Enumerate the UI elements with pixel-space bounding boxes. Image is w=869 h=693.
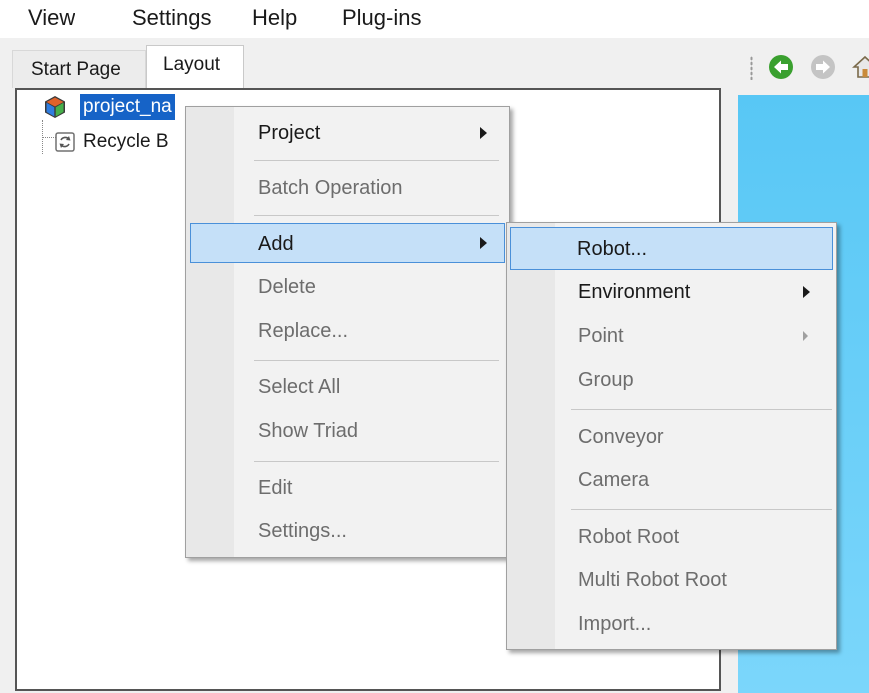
document-tabs: Start Page Layout [12,44,732,88]
menu-item-add[interactable]: Add [190,223,505,263]
menu-item-label: Robot... [577,238,648,260]
menu-item-label: Conveyor [578,426,664,448]
menu-item-import[interactable]: Import... [511,604,832,644]
menu-item-label: Batch Operation [258,177,403,199]
tree-item-project[interactable]: project_na [80,94,175,120]
menu-item-delete[interactable]: Delete [190,267,505,307]
menu-item-label: Multi Robot Root [578,569,727,591]
menu-item-robot-root[interactable]: Robot Root [511,517,832,557]
menu-item-camera[interactable]: Camera [511,460,832,500]
add-submenu: Robot... Environment Point Group Conveyo… [506,222,837,650]
menu-item-settings[interactable]: Settings... [190,511,505,551]
menu-separator [571,509,832,510]
back-arrow-icon[interactable] [768,54,794,80]
menu-settings[interactable]: Settings [132,2,212,32]
menu-item-label: Group [578,369,634,391]
submenu-arrow-icon [480,237,487,249]
menu-item-show-triad[interactable]: Show Triad [190,411,505,451]
menu-separator [571,409,832,410]
menu-item-edit[interactable]: Edit [190,468,505,508]
menu-item-label: Add [258,233,294,255]
menu-bar: View Settings Help Plug-ins [0,0,869,38]
menu-help[interactable]: Help [252,2,297,32]
view-toolbar [738,44,869,90]
menu-item-robot[interactable]: Robot... [510,227,833,270]
menu-item-label: Show Triad [258,420,359,442]
forward-arrow-icon[interactable] [810,54,836,80]
menu-item-label: Select All [258,376,341,398]
toolbar-grip[interactable] [750,56,753,80]
menu-item-label: Import... [578,613,652,635]
menu-item-point[interactable]: Point [511,316,832,356]
menu-separator [254,160,499,161]
menu-item-label: Edit [258,477,293,499]
recycle-bin-icon [55,132,75,152]
menu-separator [254,360,499,361]
menu-item-group[interactable]: Group [511,360,832,400]
menu-item-select-all[interactable]: Select All [190,367,505,407]
menu-item-label: Point [578,325,624,347]
menu-item-label: Settings... [258,520,347,542]
menu-separator [254,461,499,462]
tab-start-page[interactable]: Start Page [12,50,146,88]
tree-item-recycle-bin[interactable]: Recycle B [83,129,169,155]
menu-item-label: Delete [258,276,316,298]
menu-item-project[interactable]: Project [190,113,505,153]
menu-item-label: Project [258,122,321,144]
menu-item-label: Environment [578,281,691,303]
context-menu: Project Batch Operation Add Delete Repla… [185,106,510,558]
menu-item-label: Robot Root [578,526,680,548]
submenu-arrow-icon [480,127,487,139]
menu-item-label: Replace... [258,320,349,342]
submenu-arrow-icon [803,286,810,298]
menu-item-replace[interactable]: Replace... [190,311,505,351]
menu-separator [254,215,499,216]
app-window: View Settings Help Plug-ins Start Page L… [0,0,869,693]
tab-layout[interactable]: Layout [146,45,244,88]
menu-item-batch-operation[interactable]: Batch Operation [190,168,505,208]
project-cube-icon [45,96,65,118]
menu-item-multi-robot-root[interactable]: Multi Robot Root [511,560,832,600]
menu-item-conveyor[interactable]: Conveyor [511,417,832,457]
home-icon[interactable] [852,54,869,80]
menu-plugins[interactable]: Plug-ins [342,2,421,32]
menu-item-label: Camera [578,469,650,491]
submenu-arrow-icon [803,331,808,341]
menu-item-environment[interactable]: Environment [511,272,832,312]
menu-view[interactable]: View [28,2,75,32]
